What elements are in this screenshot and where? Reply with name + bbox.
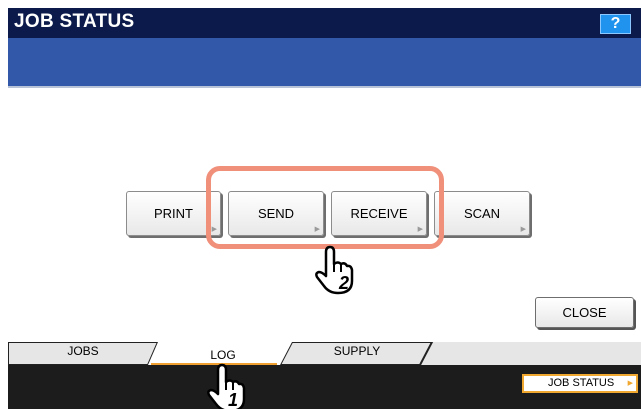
pointing-hand-icon: 1 bbox=[204, 362, 248, 409]
pointing-hand-icon: 2 bbox=[312, 244, 356, 296]
page-title: JOB STATUS bbox=[14, 11, 135, 32]
job-status-label: JOB STATUS bbox=[548, 377, 615, 389]
print-log-label: PRINT bbox=[154, 206, 193, 221]
title-bar: JOB STATUS ? bbox=[8, 8, 641, 38]
step-1-number: 1 bbox=[228, 390, 238, 409]
step-2-number: 2 bbox=[338, 273, 349, 293]
triangle-right-icon: ▶ bbox=[520, 226, 526, 233]
send-receive-highlight-frame bbox=[206, 166, 444, 249]
job-status-button[interactable]: JOB STATUS ▶ bbox=[522, 374, 638, 393]
scan-log-label: SCAN bbox=[463, 206, 501, 221]
close-button[interactable]: CLOSE bbox=[535, 297, 634, 328]
job-status-screen: JOB STATUS ? PRINT ▶ SEND ▶ RECEIVE ▶ SC… bbox=[8, 8, 641, 409]
header-band bbox=[8, 38, 641, 86]
triangle-right-icon: ▶ bbox=[627, 380, 633, 387]
scan-log-button[interactable]: SCAN ▶ bbox=[434, 191, 530, 236]
help-button[interactable]: ? bbox=[600, 14, 631, 34]
